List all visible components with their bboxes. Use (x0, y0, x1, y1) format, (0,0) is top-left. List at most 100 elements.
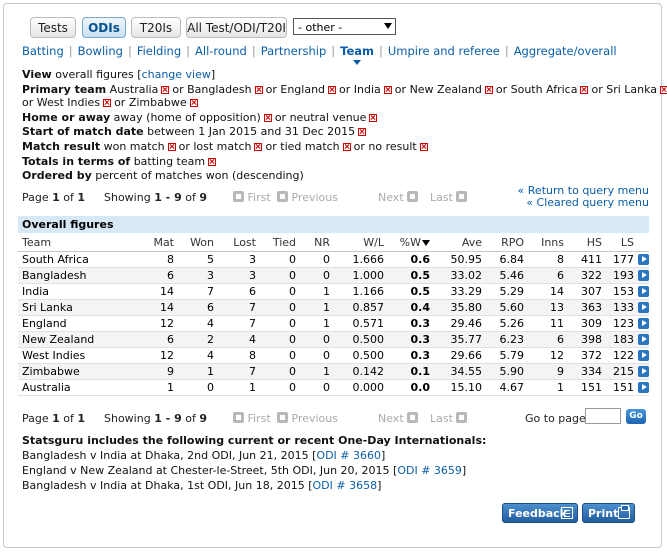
view-link-aggregate[interactable]: Aggregate/overall (514, 44, 617, 58)
change-view-link[interactable]: change view (142, 68, 211, 81)
remove-icon[interactable] (208, 158, 217, 166)
remove-icon[interactable] (103, 99, 112, 107)
remove-icon[interactable] (419, 143, 428, 151)
col-header-wl[interactable]: W/L (334, 233, 388, 252)
cell-rpo: 5.29 (486, 283, 528, 300)
remove-icon[interactable] (263, 114, 272, 122)
cell-lost: 7 (218, 315, 260, 332)
cell-rpo: 5.26 (486, 315, 528, 332)
next-page-icon (407, 191, 419, 202)
view-link-partnership[interactable]: Partnership (261, 44, 327, 58)
col-header-pct-won[interactable]: %W (388, 233, 434, 252)
feedback-button[interactable]: Feedback (502, 503, 578, 523)
page-number: 1 (52, 191, 60, 204)
print-button[interactable]: Print (582, 503, 635, 523)
cell-won: 3 (178, 267, 218, 284)
go-button[interactable]: Go (626, 409, 646, 424)
cleared-query-label: Cleared query menu (536, 196, 649, 209)
table-row: Bangladesh 6 3 3 0 0 1.000 0.5 33.02 5.46 6 322 193 (18, 267, 649, 284)
goto-page-input[interactable] (585, 408, 621, 424)
next-page-button-bottom[interactable]: Next (378, 412, 419, 425)
criteria-value: won match (103, 140, 165, 153)
criteria-label: Home or away (22, 111, 111, 124)
row-details-arrow-icon[interactable] (638, 254, 649, 265)
team-criterion: West Indies (36, 96, 101, 109)
first-page-button-bottom[interactable]: First (233, 412, 271, 425)
match-ref-link[interactable]: ODI # 3659 (397, 464, 462, 477)
match-ref-link[interactable]: ODI # 3658 (313, 479, 378, 492)
other-format-select[interactable]: - other - (293, 18, 396, 35)
col-header-mat[interactable]: Mat (118, 233, 178, 252)
col-header-hs[interactable]: HS (568, 233, 606, 252)
recent-match-item: Bangladesh v India at Dhaka, 1st ODI, Ju… (22, 479, 382, 492)
match-ref-link[interactable]: ODI # 3660 (316, 449, 381, 462)
separator: | (68, 44, 73, 58)
col-header-ls[interactable]: LS (606, 233, 638, 252)
cell-hs: 372 (568, 347, 606, 364)
view-link-bowling[interactable]: Bowling (78, 44, 123, 58)
remove-icon[interactable] (358, 128, 367, 136)
remove-icon[interactable] (369, 114, 378, 122)
remove-icon[interactable] (189, 99, 198, 107)
first-page-button[interactable]: First (233, 191, 271, 204)
cell-ls: 123 (606, 315, 638, 332)
cell-rpo: 5.79 (486, 347, 528, 364)
row-details-arrow-icon[interactable] (638, 270, 649, 281)
criteria-value: no result (368, 140, 417, 153)
col-header-ave[interactable]: Ave (434, 233, 486, 252)
row-details-arrow-icon[interactable] (638, 382, 649, 393)
next-page-button[interactable]: Next (378, 191, 419, 204)
col-header-rpo[interactable]: RPO (486, 233, 528, 252)
separator: | (251, 44, 256, 58)
tab-all-formats[interactable]: All Test/ODI/T20I (186, 17, 287, 38)
cell-nr: 0 (300, 347, 334, 364)
tab-odis[interactable]: ODIs (82, 17, 126, 38)
last-page-button[interactable]: Last (430, 191, 468, 204)
remove-icon[interactable] (167, 143, 176, 151)
or-text: or (274, 111, 287, 124)
remove-icon[interactable] (660, 86, 667, 94)
cell-tied: 0 (260, 267, 300, 284)
previous-page-button[interactable]: Previous (277, 191, 338, 204)
row-details-arrow-icon[interactable] (638, 286, 649, 297)
col-header-lost[interactable]: Lost (218, 233, 260, 252)
view-link-umpire[interactable]: Umpire and referee (388, 44, 500, 58)
cleared-query-link[interactable]: « Cleared query menu (526, 196, 649, 209)
cell-pct-won: 0.3 (388, 331, 434, 348)
view-link-fielding[interactable]: Fielding (137, 44, 181, 58)
of-word: of (185, 191, 196, 204)
view-link-batting[interactable]: Batting (22, 44, 64, 58)
row-details-arrow-icon[interactable] (638, 302, 649, 313)
criteria-label: Match result (22, 140, 101, 153)
remove-icon[interactable] (328, 86, 337, 94)
col-header-won[interactable]: Won (178, 233, 218, 252)
tab-tests[interactable]: Tests (30, 17, 76, 38)
cell-ls: 151 (606, 379, 638, 396)
remove-icon[interactable] (383, 86, 392, 94)
cell-ave: 33.02 (434, 267, 486, 284)
remove-icon[interactable] (580, 86, 589, 94)
view-link-team[interactable]: Team (340, 44, 374, 58)
row-details-arrow-icon[interactable] (638, 350, 649, 361)
table-row: Sri Lanka 14 6 7 0 1 0.857 0.4 35.80 5.60 13 363 133 (18, 299, 649, 316)
col-header-team[interactable]: Team (18, 233, 118, 252)
cell-tied: 0 (260, 315, 300, 332)
table-row: England 12 4 7 0 1 0.571 0.3 29.46 5.26 11 309 123 (18, 315, 649, 332)
previous-page-button-bottom[interactable]: Previous (277, 412, 338, 425)
remove-icon[interactable] (342, 143, 351, 151)
col-header-tied[interactable]: Tied (260, 233, 300, 252)
row-details-arrow-icon[interactable] (638, 366, 649, 377)
row-details-arrow-icon[interactable] (638, 334, 649, 345)
cell-hs: 309 (568, 315, 606, 332)
col-header-nr[interactable]: NR (300, 233, 334, 252)
remove-icon[interactable] (484, 86, 493, 94)
row-details-arrow-icon[interactable] (638, 318, 649, 329)
view-link-all-round[interactable]: All-round (195, 44, 247, 58)
col-header-inns[interactable]: Inns (528, 233, 568, 252)
remove-icon[interactable] (254, 143, 263, 151)
last-page-button-bottom[interactable]: Last (430, 412, 468, 425)
cell-lost: 6 (218, 283, 260, 300)
tab-t20is[interactable]: T20Is (131, 17, 181, 38)
remove-icon[interactable] (254, 86, 263, 94)
remove-icon[interactable] (161, 86, 170, 94)
